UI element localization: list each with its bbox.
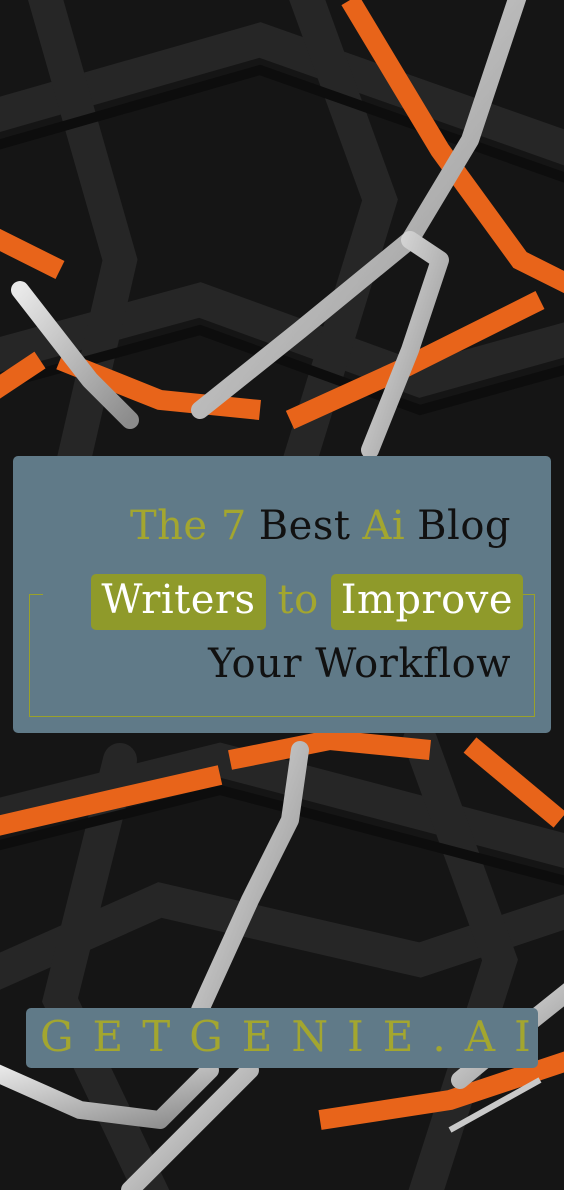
headline-ai: Ai [362, 503, 406, 549]
pin-poster: The 7 Best Ai Blog Writers to Improve Your Wo… [0, 0, 564, 1190]
headline-to: to [277, 577, 319, 623]
headline-the-7: The 7 [129, 503, 247, 549]
headline-best: Best [258, 503, 351, 549]
headline-your-workflow: Your Workflow [208, 641, 511, 687]
headline-line-2: Writers to Improve [91, 574, 523, 630]
brand-name: GETGENIE.AI [40, 1012, 550, 1061]
headline-writers-highlight: Writers [91, 574, 266, 630]
headline-line-3: Your Workflow [208, 644, 511, 684]
headline-improve-highlight: Improve [330, 574, 523, 630]
brand-card: GETGENIE.AI [26, 1008, 538, 1068]
headline-card: The 7 Best Ai Blog Writers to Improve Your Wo… [13, 456, 551, 733]
headline-line-1: The 7 Best Ai Blog [130, 506, 511, 546]
headline-blog: Blog [417, 503, 511, 549]
